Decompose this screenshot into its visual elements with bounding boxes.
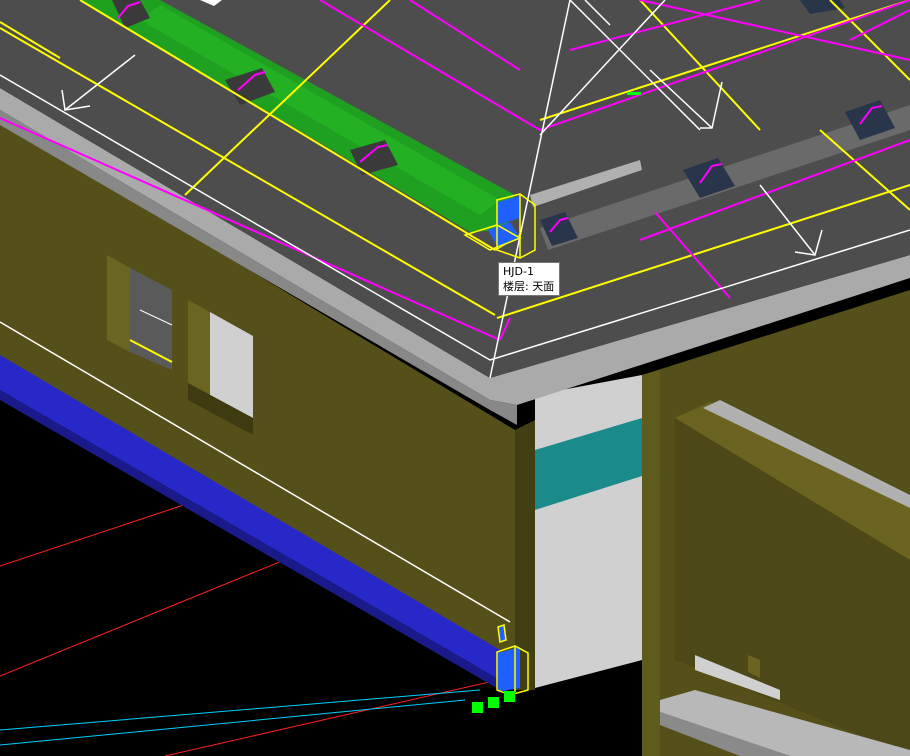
object-tooltip: HJD-1 楼层: 天面 xyxy=(498,262,560,296)
right-wall-edge xyxy=(642,370,660,756)
tooltip-name: HJD-1 xyxy=(503,265,534,278)
model-canvas[interactable] xyxy=(0,0,910,756)
roof-marker xyxy=(627,92,641,95)
selection-grips[interactable] xyxy=(472,691,515,713)
grip-handle[interactable] xyxy=(504,691,515,702)
corner-column[interactable] xyxy=(535,375,642,688)
red-axis-line xyxy=(164,674,521,756)
cyan-axis-line xyxy=(0,689,481,731)
grip-handle[interactable] xyxy=(488,697,499,708)
3d-viewport[interactable]: HJD-1 楼层: 天面 xyxy=(0,0,910,756)
tooltip-floor: 楼层: 天面 xyxy=(503,280,555,293)
cyan-axis-line xyxy=(0,699,466,746)
grip-handle[interactable] xyxy=(472,702,483,713)
